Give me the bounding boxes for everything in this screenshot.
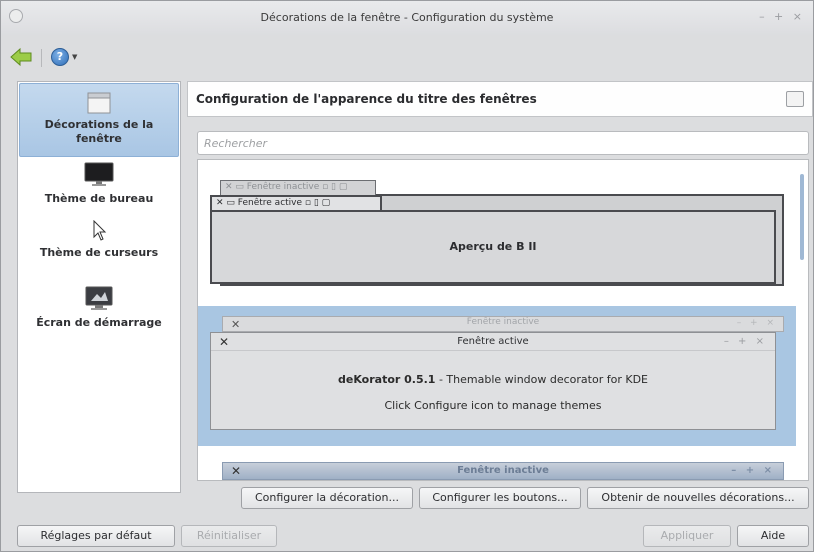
back-arrow-icon[interactable] xyxy=(9,47,33,67)
active-window-preview: ✕ Fenêtre active – + × deKorator 0.5.1 -… xyxy=(210,332,776,430)
scrollbar[interactable] xyxy=(800,174,804,260)
window-title: Décorations de la fenêtre - Configuratio… xyxy=(260,11,554,24)
sidebar-item-splash-screen[interactable]: Écran de démarrage xyxy=(19,286,179,356)
title-buttons: – + × xyxy=(731,465,775,476)
close-icon: ✕ xyxy=(219,335,230,349)
preview-label: Aperçu de B II xyxy=(449,240,537,253)
sidebar-item-label: Décorations de la fenêtre xyxy=(44,118,154,145)
active-title-label: Fenêtre active xyxy=(457,336,529,347)
sidebar-item-label: Thème de curseurs xyxy=(39,246,159,259)
reset-button[interactable]: Réinitialiser xyxy=(181,525,277,547)
search-input[interactable]: Rechercher xyxy=(197,131,809,155)
active-window-preview: Aperçu de B II xyxy=(210,210,776,284)
apply-button[interactable]: Appliquer xyxy=(643,525,731,547)
configure-decoration-button[interactable]: Configurer la décoration... xyxy=(241,487,413,509)
page-header: Configuration de l'apparence du titre de… xyxy=(187,81,813,117)
close-icon: ✕ ▭ xyxy=(216,198,238,208)
page-title: Configuration de l'apparence du titre de… xyxy=(196,92,537,106)
active-title-label: Fenêtre active xyxy=(237,198,303,208)
inactive-title-label: Fenêtre inactive xyxy=(246,182,320,192)
close-icon: ✕ xyxy=(231,464,242,478)
sidebar-item-desktop-theme[interactable]: Thème de bureau xyxy=(19,162,179,214)
sidebar-item-window-decorations[interactable]: Décorations de la fenêtre xyxy=(19,83,179,157)
splash-screen-icon xyxy=(85,286,113,310)
window-controls[interactable]: – + × xyxy=(759,10,805,23)
title-buttons: – + × xyxy=(723,336,767,347)
chevron-down-icon: ▼ xyxy=(72,53,78,61)
inactive-title-label: Fenêtre inactive xyxy=(457,465,549,476)
window-decoration-icon xyxy=(87,92,111,114)
sidebar: Décorations de la fenêtre Thème de burea… xyxy=(17,81,181,493)
title-buttons: – + × xyxy=(736,318,777,328)
desktop-theme-icon xyxy=(84,162,114,186)
toolbar: ? ▼ xyxy=(1,37,813,77)
get-new-decorations-button[interactable]: Obtenir de nouvelles décorations... xyxy=(587,487,809,509)
sidebar-item-label: Écran de démarrage xyxy=(36,316,162,329)
close-icon: ✕ xyxy=(231,318,241,331)
plugin-info: deKorator 0.5.1 - Themable window decora… xyxy=(211,373,775,386)
list-item-selected[interactable]: ✕ Fenêtre inactive – + × ✕ Fenêtre activ… xyxy=(198,306,796,446)
toolbar-separator xyxy=(41,49,42,67)
inactive-title-bar: ✕ ▭ Fenêtre inactive ▫ ▯ ▢ xyxy=(220,180,376,196)
cursor-icon xyxy=(93,220,107,241)
help-button[interactable]: ? ▼ xyxy=(51,48,79,66)
plugin-name: deKorator 0.5.1 xyxy=(338,373,436,386)
help-button[interactable]: Aide xyxy=(737,525,809,547)
close-icon: ✕ ▭ xyxy=(225,182,247,192)
plugin-description: - Themable window decorator for KDE xyxy=(435,373,648,386)
title-buttons: ▫ ▯ ▢ xyxy=(302,198,331,208)
active-title-bar: ✕ Fenêtre active – + × xyxy=(211,333,775,351)
active-title-bar: ✕ ▭ Fenêtre active ▫ ▯ ▢ xyxy=(210,195,382,212)
help-icon: ? xyxy=(51,48,69,66)
title-buttons: ▫ ▯ ▢ xyxy=(319,182,348,192)
title-bar[interactable]: Décorations de la fenêtre - Configuratio… xyxy=(1,1,813,35)
sidebar-item-cursor-theme[interactable]: Thème de curseurs xyxy=(19,220,179,282)
inactive-title-bar: ✕ Fenêtre inactive – + × xyxy=(222,316,784,332)
configure-buttons-button[interactable]: Configurer les boutons... xyxy=(419,487,581,509)
decoration-list[interactable]: ✕ ▭ Fenêtre inactive ▫ ▯ ▢ Aperçu de B I… xyxy=(197,159,809,481)
system-settings-window: Décorations de la fenêtre - Configuratio… xyxy=(0,0,814,552)
defaults-button[interactable]: Réglages par défaut xyxy=(17,525,175,547)
plugin-hint: Click Configure icon to manage themes xyxy=(384,399,602,412)
sidebar-item-label: Thème de bureau xyxy=(44,192,154,205)
list-item[interactable]: ✕ Fenêtre inactive – + × xyxy=(222,462,784,480)
inactive-title-label: Fenêtre inactive xyxy=(466,317,540,327)
window-decoration-icon xyxy=(786,91,804,107)
